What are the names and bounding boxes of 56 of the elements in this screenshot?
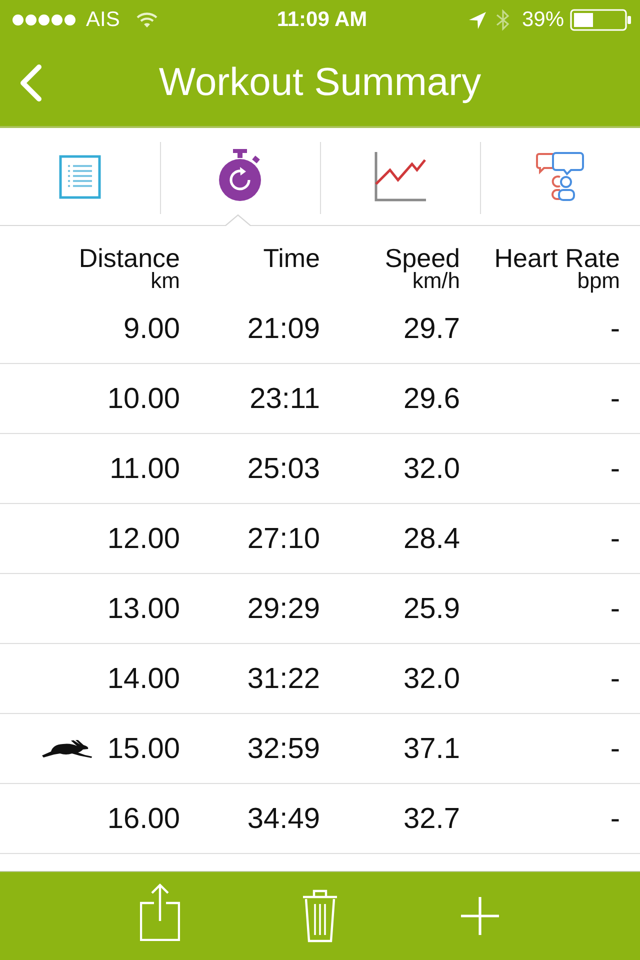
signal-strength-icon xyxy=(12,14,76,26)
table-cell: 29.6 xyxy=(404,382,460,416)
trash-icon xyxy=(302,889,338,943)
table-cell: 23:11 xyxy=(250,382,320,416)
table-cell: - xyxy=(610,452,620,486)
table-cell: 32:59 xyxy=(247,732,320,766)
table-cell: 12.00 xyxy=(107,522,180,556)
table-cell: - xyxy=(610,312,620,346)
battery-percentage: 39% xyxy=(522,8,564,32)
wifi-icon xyxy=(136,12,158,28)
carrier-name: AIS xyxy=(86,8,120,32)
table-cell: 16.00 xyxy=(107,802,180,836)
share-icon xyxy=(140,883,180,941)
table-cell: 32.7 xyxy=(404,802,460,836)
table-cell: - xyxy=(610,522,620,556)
table-cell: 31:22 xyxy=(247,662,320,696)
table-cell: - xyxy=(610,592,620,626)
chevron-left-icon xyxy=(18,64,42,102)
clock-time: 11:09 AM xyxy=(276,8,368,32)
table-cell: 10.00 xyxy=(107,382,180,416)
table-cell: 29:29 xyxy=(247,592,320,626)
column-header: Time xyxy=(263,244,320,272)
column-header: Speed xyxy=(384,244,460,272)
table-cell: 14.00 xyxy=(107,662,180,696)
table-cell: - xyxy=(610,382,620,416)
table-cell: 27:10 xyxy=(247,522,320,556)
people-chat-icon xyxy=(536,152,584,202)
line-chart-icon xyxy=(374,152,426,202)
table-cell: 34:49 xyxy=(247,802,320,836)
table-cell: 37.1 xyxy=(404,732,460,766)
column-unit: km xyxy=(150,272,180,290)
location-arrow-icon xyxy=(468,12,486,28)
column-header: Distance xyxy=(78,244,180,272)
table-cell: 25.9 xyxy=(404,592,460,626)
battery-icon xyxy=(570,9,632,31)
table-cell: 28.4 xyxy=(404,522,460,556)
table-cell: 11.00 xyxy=(110,452,180,486)
list-icon xyxy=(59,154,101,198)
table-cell: 9.00 xyxy=(124,312,180,346)
table-cell: 32.0 xyxy=(404,662,460,696)
plus-icon xyxy=(461,897,499,935)
screen-title: Workout Summary xyxy=(158,61,482,105)
bluetooth-icon xyxy=(496,9,510,31)
table-cell: 21:09 xyxy=(247,312,320,346)
table-cell: 32.0 xyxy=(404,452,460,486)
table-cell: - xyxy=(610,802,620,836)
table-cell: 25:03 xyxy=(247,452,320,486)
table-cell: - xyxy=(610,732,620,766)
column-unit: km/h xyxy=(412,272,460,290)
stopwatch-icon xyxy=(216,148,264,200)
table-cell: 15.00 xyxy=(107,732,180,766)
table-cell: 29.7 xyxy=(404,312,460,346)
table-cell: 13.00 xyxy=(107,592,180,626)
selection-pointer-icon xyxy=(225,214,251,226)
column-header: Heart Rate xyxy=(494,244,620,272)
table-cell: - xyxy=(610,662,620,696)
